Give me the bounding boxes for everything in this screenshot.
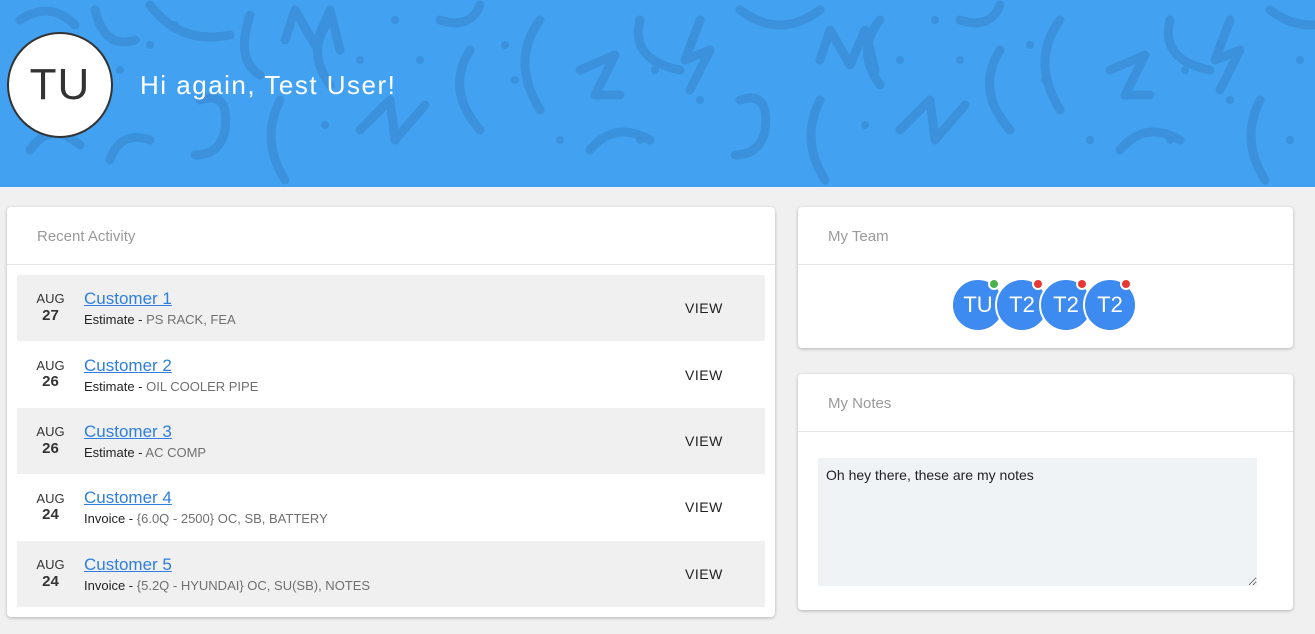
customer-link[interactable]: Customer 5 [84,555,685,575]
activity-date: AUG 26 [17,358,84,392]
customer-link[interactable]: Customer 3 [84,422,685,442]
offline-status-dot [1032,278,1044,290]
offline-status-dot [1120,278,1132,290]
activity-month: AUG [36,424,65,440]
view-button[interactable]: VIEW [685,499,765,515]
customer-link[interactable]: Customer 2 [84,356,685,376]
activity-list: AUG 27 Customer 1 Estimate - PS RACK, FE… [17,275,765,607]
activity-date: AUG 27 [17,291,84,325]
activity-date: AUG 24 [17,491,84,525]
activity-month: AUG [36,291,65,307]
notes-textarea[interactable]: Oh hey there, these are my notes [818,458,1257,586]
activity-detail: PS RACK, FEA [146,312,236,328]
activity-row: AUG 27 Customer 1 Estimate - PS RACK, FE… [17,275,765,342]
my-notes-title: My Notes [798,374,1293,432]
activity-row: AUG 24 Customer 4 Invoice - {6.0Q - 2500… [17,474,765,540]
activity-month: AUG [36,357,65,373]
activity-description: Estimate - PS RACK, FEA [84,312,685,327]
view-button[interactable]: VIEW [685,433,765,449]
activity-description: Estimate - OIL COOLER PIPE [84,379,685,394]
activity-detail: {6.0Q - 2500} OC, SB, BATTERY [136,511,328,527]
team-member-initials: T2 [1009,292,1035,317]
activity-day: 24 [42,572,59,590]
customer-link[interactable]: Customer 4 [84,488,685,508]
my-team-card: My Team TU T2 T2 T2 [798,207,1293,348]
online-status-dot [988,278,1000,290]
activity-month: AUG [36,556,65,572]
view-button[interactable]: VIEW [685,300,765,316]
activity-detail: OIL COOLER PIPE [146,378,259,394]
team-member-avatar[interactable]: T2 [1083,278,1137,332]
activity-day: 24 [42,506,59,524]
activity-detail: {5.2Q - HYUNDAI} OC, SU(SB), NOTES [136,577,371,593]
offline-status-dot [1076,278,1088,290]
activity-description: Invoice - {6.0Q - 2500} OC, SB, BATTERY [84,511,685,526]
my-team-title: My Team [798,207,1293,265]
activity-description: Invoice - {5.2Q - HYUNDAI} OC, SU(SB), N… [84,578,685,593]
recent-activity-card: Recent Activity AUG 27 Customer 1 Estima… [7,207,775,617]
activity-date: AUG 24 [17,557,84,591]
view-button[interactable]: VIEW [685,566,765,582]
header-banner: TU Hi again, Test User! [0,0,1315,187]
team-members: TU T2 T2 T2 [951,278,1151,332]
view-button[interactable]: VIEW [685,367,765,383]
customer-link[interactable]: Customer 1 [84,289,685,309]
activity-type: Estimate - [84,378,143,394]
activity-type: Invoice - [84,577,134,593]
activity-month: AUG [36,490,65,506]
activity-row: AUG 24 Customer 5 Invoice - {5.2Q - HYUN… [17,540,765,607]
team-member-initials: T2 [1097,292,1123,317]
activity-type: Invoice - [84,511,134,527]
team-member-initials: T2 [1053,292,1079,317]
team-member-initials: TU [963,292,993,317]
activity-day: 26 [42,373,59,391]
activity-date: AUG 26 [17,424,84,458]
greeting-text: Hi again, Test User! [140,70,397,100]
activity-type: Estimate - [84,312,143,328]
activity-row: AUG 26 Customer 2 Estimate - OIL COOLER … [17,341,765,407]
activity-detail: AC COMP [145,444,207,460]
user-avatar[interactable]: TU [7,32,113,138]
activity-description: Estimate - AC COMP [84,445,685,460]
activity-day: 26 [42,439,59,457]
activity-row: AUG 26 Customer 3 Estimate - AC COMP VIE… [17,407,765,475]
my-notes-card: My Notes Oh hey there, these are my note… [798,374,1293,610]
activity-day: 27 [42,306,59,324]
activity-type: Estimate - [84,444,143,460]
recent-activity-title: Recent Activity [7,207,775,265]
